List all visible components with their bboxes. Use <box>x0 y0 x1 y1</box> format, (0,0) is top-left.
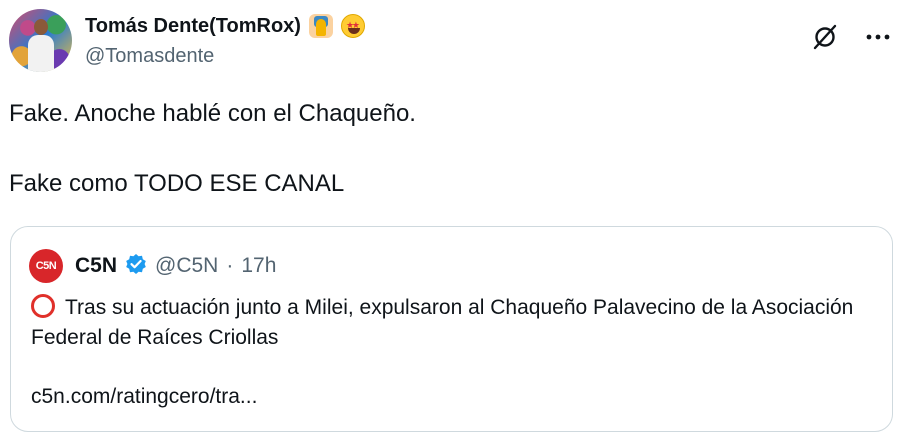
avatar-person-head <box>34 19 48 35</box>
red-circle-icon <box>31 294 55 318</box>
avatar-person-body <box>28 35 54 72</box>
tweet-text-line-2: Fake como TODO ESE CANAL <box>9 170 345 197</box>
tweet-header: Tomás Dente(TomRox) ★ ★ @Tomasdente <box>85 12 365 70</box>
quoted-text: Tras su actuación junto a Milei, expulsa… <box>31 296 854 349</box>
person-raising-hand-emoji-icon <box>308 14 333 38</box>
author-display-name[interactable]: Tomás Dente(TomRox) <box>85 12 301 40</box>
tweet-text: Fake. Anoche hablé con el Chaqueño. Fake… <box>9 98 416 200</box>
grok-icon[interactable] <box>810 22 840 52</box>
more-options-icon[interactable] <box>866 33 890 41</box>
author-avatar[interactable] <box>9 9 72 72</box>
author-name-row[interactable]: Tomás Dente(TomRox) ★ ★ <box>85 12 365 40</box>
star-struck-emoji-icon: ★ ★ <box>340 14 365 38</box>
quoted-author-name[interactable]: C5N <box>75 254 117 278</box>
quoted-tweet-text: Tras su actuación junto a Milei, expulsa… <box>31 293 881 353</box>
verified-badge-icon <box>125 253 147 280</box>
quoted-author-handle[interactable]: @C5N <box>155 254 218 278</box>
quoted-tweet-link[interactable]: c5n.com/ratingcero/tra... <box>31 385 257 409</box>
quoted-timestamp[interactable]: 17h <box>241 254 276 278</box>
quoted-tweet-header: C5N C5N @C5N · 17h <box>29 249 276 283</box>
header-separator: · <box>226 254 234 277</box>
c5n-logo-avatar[interactable]: C5N <box>29 249 63 283</box>
tweet-actions-top <box>810 22 890 52</box>
tweet-text-line-1: Fake. Anoche hablé con el Chaqueño. <box>9 100 416 127</box>
author-handle[interactable]: @Tomasdente <box>85 42 365 70</box>
quoted-tweet-card[interactable]: C5N C5N @C5N · 17h Tras su actuación jun… <box>10 226 893 432</box>
